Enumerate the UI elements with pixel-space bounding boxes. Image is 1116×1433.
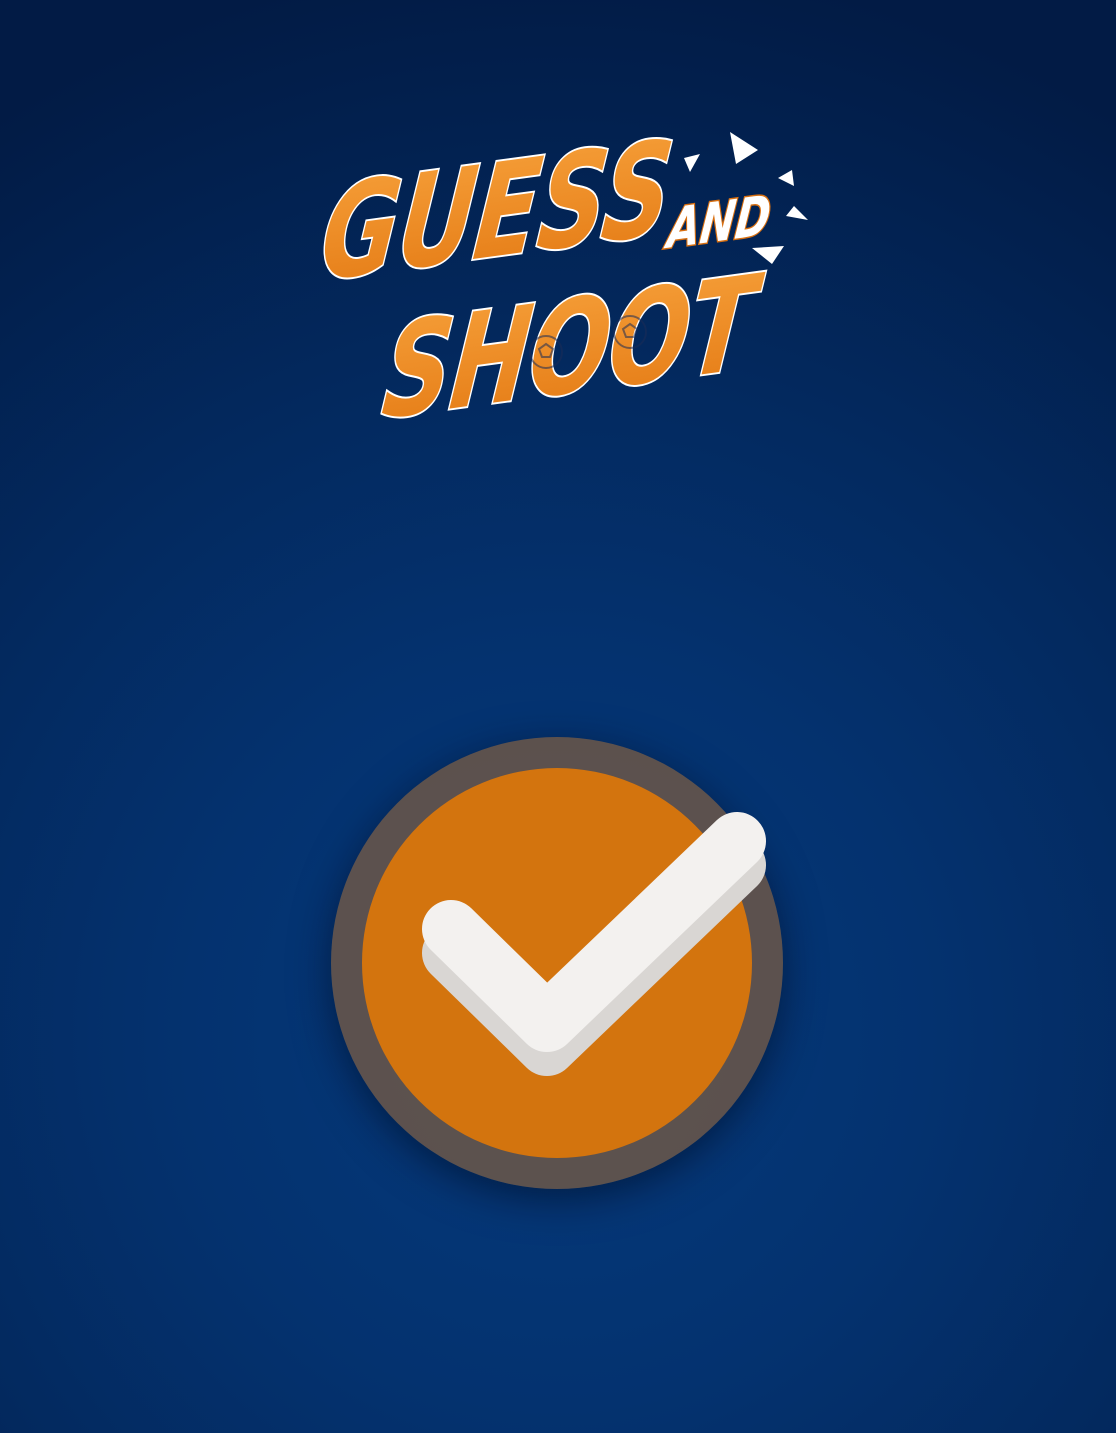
game-logo: GUESS AND SHOOT — [300, 110, 820, 451]
confirm-button[interactable] — [331, 737, 783, 1189]
check-icon — [422, 812, 766, 1076]
game-screen: GUESS AND SHOOT — [0, 0, 1116, 1433]
game-logo-art: GUESS AND SHOOT — [313, 110, 808, 451]
